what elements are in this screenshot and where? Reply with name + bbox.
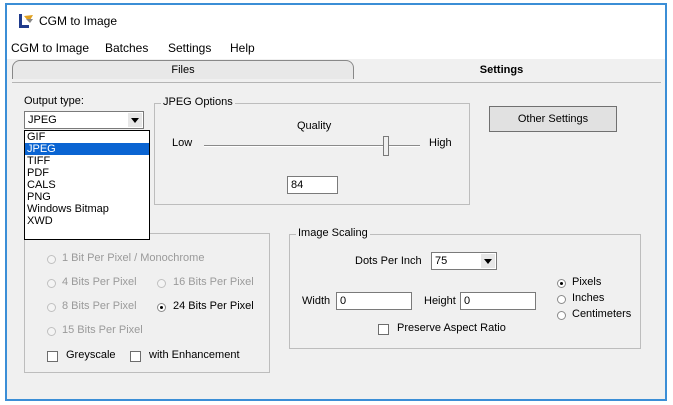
output-type-label: Output type: xyxy=(24,95,84,107)
tab-strip: Files Settings xyxy=(12,60,648,82)
tab-divider xyxy=(12,82,661,83)
radio-16-bits xyxy=(157,279,166,288)
greyscale-checkbox[interactable] xyxy=(47,351,58,362)
dpi-label: Dots Per Inch xyxy=(355,255,422,267)
quality-label: Quality xyxy=(297,120,332,132)
height-label: Height xyxy=(424,295,456,307)
radio-centimeters-label: Centimeters xyxy=(572,308,632,320)
radio-8-bits-label: 8 Bits Per Pixel xyxy=(62,300,137,312)
tab-settings[interactable]: Settings xyxy=(355,60,648,80)
radio-inches[interactable] xyxy=(557,295,566,304)
radio-pixels[interactable] xyxy=(557,279,566,288)
option-jpeg[interactable]: JPEG xyxy=(25,143,149,155)
preserve-aspect-label: Preserve Aspect Ratio xyxy=(397,322,506,334)
radio-1-bit-label: 1 Bit Per Pixel / Monochrome xyxy=(62,252,205,264)
radio-15-bits xyxy=(47,327,56,336)
option-pdf[interactable]: PDF xyxy=(25,167,149,179)
jpeg-options-title: JPEG Options xyxy=(161,96,235,108)
menu-cgm-to-image[interactable]: CGM to Image xyxy=(11,41,89,55)
radio-1-bit xyxy=(47,255,56,264)
output-type-value: JPEG xyxy=(28,114,57,126)
radio-24-bits-label: 24 Bits Per Pixel xyxy=(173,300,254,312)
dpi-value: 75 xyxy=(435,255,448,267)
radio-16-bits-label: 16 Bits Per Pixel xyxy=(173,276,254,288)
output-type-dropdown: GIF JPEG TIFF PDF CALS PNG Windows Bitma… xyxy=(24,130,150,240)
radio-centimeters[interactable] xyxy=(557,311,566,320)
radio-15-bits-label: 15 Bits Per Pixel xyxy=(62,324,143,336)
greyscale-label: Greyscale xyxy=(66,349,116,361)
preserve-aspect-checkbox[interactable] xyxy=(378,324,389,335)
radio-inches-label: Inches xyxy=(572,292,605,304)
radio-4-bits-label: 4 Bits Per Pixel xyxy=(62,276,137,288)
width-label: Width xyxy=(302,295,331,307)
menu-settings[interactable]: Settings xyxy=(168,41,211,55)
option-tiff[interactable]: TIFF xyxy=(25,155,149,167)
chevron-down-icon[interactable] xyxy=(128,113,142,127)
radio-pixels-label: Pixels xyxy=(572,276,602,288)
quality-high-label: High xyxy=(429,137,452,149)
app-icon xyxy=(19,14,33,28)
chevron-down-icon[interactable] xyxy=(481,254,495,268)
image-scaling-title: Image Scaling xyxy=(296,227,370,239)
menu-batches[interactable]: Batches xyxy=(105,41,148,55)
title-bar: CGM to Image xyxy=(7,5,665,37)
option-png[interactable]: PNG xyxy=(25,191,149,203)
enhancement-checkbox[interactable] xyxy=(130,351,141,362)
option-xwd[interactable]: XWD xyxy=(25,215,149,227)
height-input[interactable]: 0 xyxy=(460,292,536,310)
other-settings-button[interactable]: Other Settings xyxy=(489,106,617,132)
option-cals[interactable]: CALS xyxy=(25,179,149,191)
enhancement-label: with Enhancement xyxy=(149,349,240,361)
option-windows-bitmap[interactable]: Windows Bitmap xyxy=(25,203,149,215)
quality-low-label: Low xyxy=(172,137,193,149)
menu-bar: CGM to Image Batches Settings Help xyxy=(7,37,665,59)
option-gif[interactable]: GIF xyxy=(25,131,149,143)
window-title: CGM to Image xyxy=(39,14,118,28)
tab-files[interactable]: Files xyxy=(12,60,354,79)
quality-slider-thumb[interactable] xyxy=(383,136,389,156)
width-input[interactable]: 0 xyxy=(336,292,412,310)
quality-value-input[interactable]: 84 xyxy=(287,176,338,194)
radio-24-bits[interactable] xyxy=(157,303,166,312)
radio-4-bits xyxy=(47,279,56,288)
output-type-select[interactable]: JPEG xyxy=(24,111,144,129)
radio-8-bits xyxy=(47,303,56,312)
dpi-select[interactable]: 75 xyxy=(431,252,497,270)
menu-help[interactable]: Help xyxy=(230,41,255,55)
